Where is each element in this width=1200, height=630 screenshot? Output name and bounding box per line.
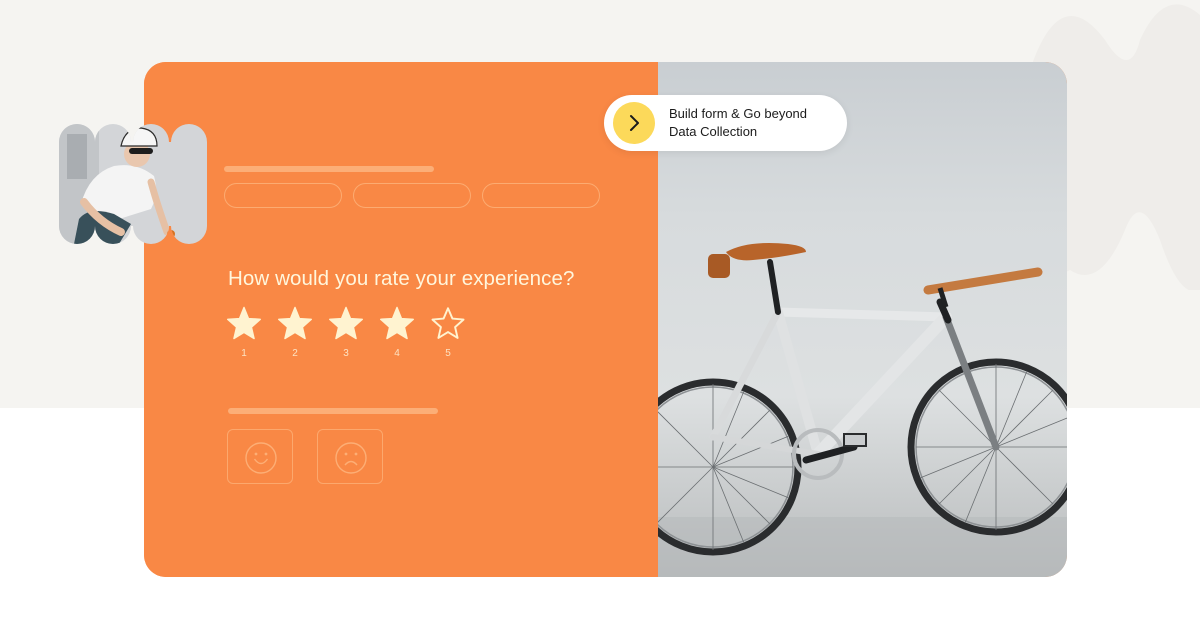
avatar-cyclist — [59, 124, 207, 244]
star-label: 1 — [241, 348, 247, 359]
star-2[interactable]: 2 — [277, 306, 313, 359]
star-3[interactable]: 3 — [328, 306, 364, 359]
star-4[interactable]: 4 — [379, 306, 415, 359]
hero-card: How would you rate your experience? 1 2 … — [144, 62, 1067, 577]
star-label: 2 — [292, 348, 298, 359]
chevron-right-icon — [630, 115, 639, 131]
star-label: 4 — [394, 348, 400, 359]
cta-arrow-button[interactable] — [613, 102, 655, 144]
placeholder-option-2 — [353, 183, 471, 208]
placeholder-label-bar-2 — [228, 408, 438, 414]
frown-icon — [335, 442, 367, 474]
feedback-negative-option[interactable] — [317, 429, 383, 484]
star-outline-icon — [431, 307, 465, 339]
front-wheel — [907, 358, 1067, 536]
star-5[interactable]: 5 — [430, 306, 466, 359]
cta-pill[interactable]: Build form & Go beyond Data Collection — [604, 95, 847, 151]
smile-icon — [245, 442, 277, 474]
form-preview-panel: How would you rate your experience? 1 2 … — [144, 62, 658, 577]
cyclist-photo — [59, 124, 207, 244]
saddle-bag — [708, 254, 730, 278]
star-1[interactable]: 1 — [226, 306, 262, 359]
cta-text: Build form & Go beyond Data Collection — [669, 105, 839, 141]
cta-line-1: Build form & Go beyond — [669, 106, 808, 121]
star-filled-icon — [277, 306, 312, 340]
placeholder-option-1 — [224, 183, 342, 208]
cta-line-2: Data Collection — [669, 124, 758, 139]
star-label: 3 — [343, 348, 349, 359]
star-filled-icon — [379, 306, 414, 340]
rating-question: How would you rate your experience? — [228, 267, 575, 290]
star-label: 5 — [445, 348, 451, 359]
placeholder-label-bar — [224, 166, 434, 172]
saddle — [726, 243, 806, 261]
placeholder-option-3 — [482, 183, 600, 208]
star-filled-icon — [328, 306, 363, 340]
feedback-positive-option[interactable] — [227, 429, 293, 484]
handlebar — [923, 267, 1043, 295]
star-filled-icon — [227, 306, 261, 340]
